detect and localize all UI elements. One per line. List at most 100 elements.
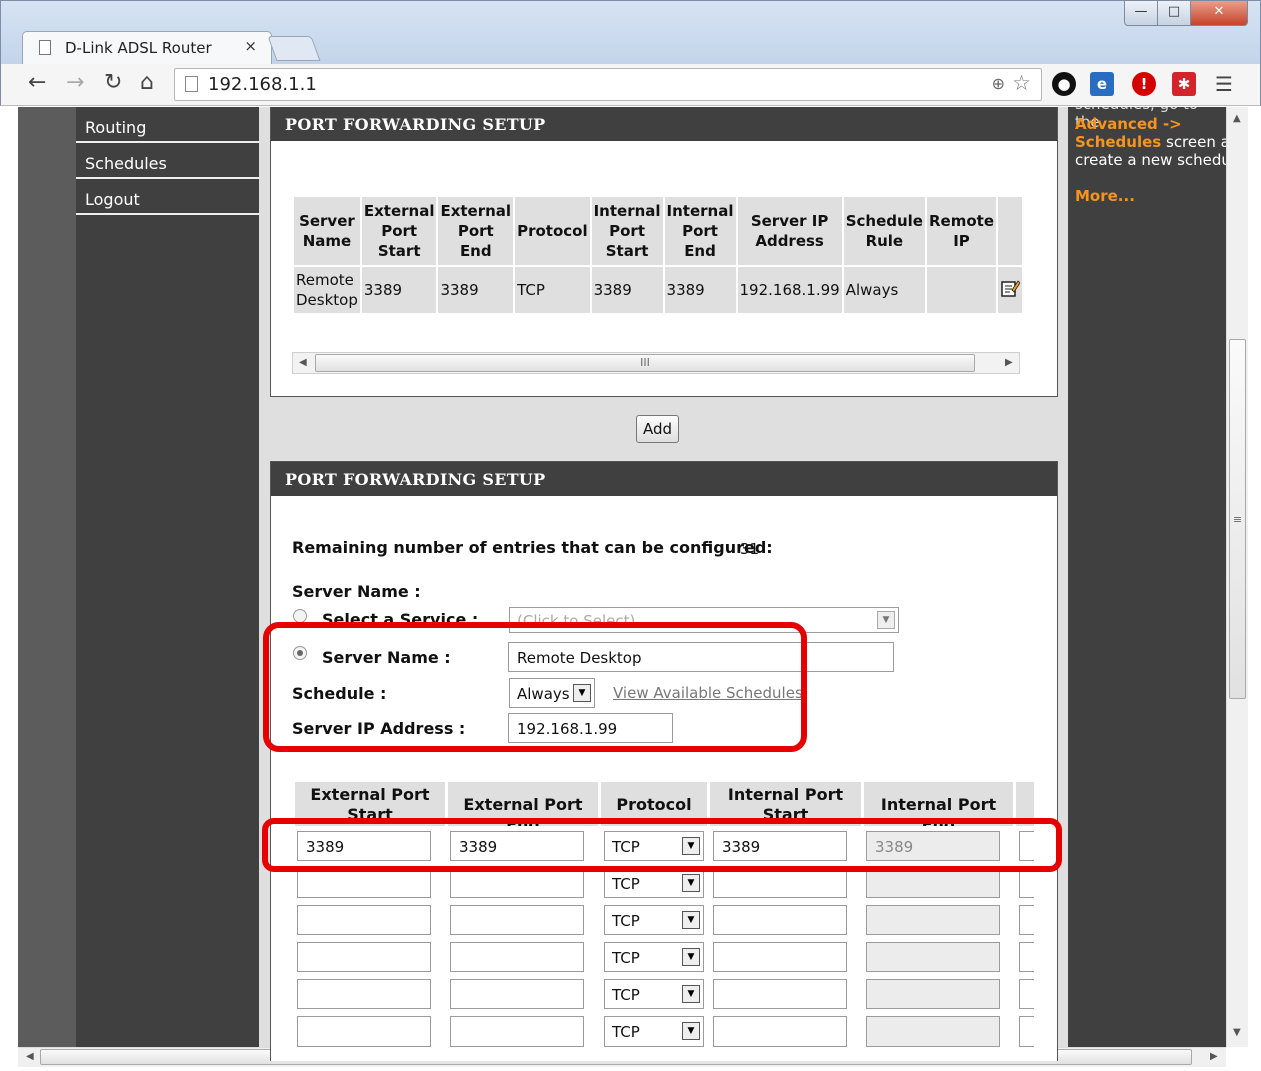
close-icon[interactable]: ✕ [1190,0,1248,26]
browser-tab[interactable]: D-Link ADSL Router × [22,31,272,65]
col-header: External Port Start [361,197,437,265]
new-tab-button[interactable] [267,36,321,61]
col-header: Schedule Rule [843,197,925,265]
chevron-down-icon: ▼ [682,985,700,1003]
int-port-start-input[interactable] [713,1016,847,1047]
select-service-radio[interactable] [293,609,307,623]
table-horizontal-scrollbar[interactable]: ◀ III ▶ [292,352,1020,374]
page-icon [185,76,198,92]
chevron-down-icon: ▼ [682,1022,700,1040]
int-port-end-input [866,942,1000,972]
extra-field[interactable] [1019,942,1034,972]
ext-port-start-input[interactable] [297,905,431,935]
sidebar-item-routing[interactable]: Routing [76,109,259,143]
add-button[interactable]: Add [636,415,679,443]
table-row: Remote Desktop 3389 3389 TCP 3389 3389 1… [294,267,1022,313]
int-port-start-input[interactable] [713,905,847,935]
int-port-end-input [866,1016,1000,1047]
url-text: 192.168.1.1 [208,74,317,95]
col-header: External Port End [438,197,514,265]
remaining-entries-value: 31 [740,540,760,558]
table-cell: 192.168.1.99 [737,267,842,313]
protocol-select[interactable]: TCP ▼ [604,905,704,935]
address-bar[interactable]: 192.168.1.1 ⊕ ☆ [174,68,1042,101]
page-vertical-scrollbar[interactable]: ▲ ≡ ▼ [1226,107,1248,1047]
sidebar-item-logout[interactable]: Logout [76,181,259,215]
extension-icon[interactable]: ● [1052,72,1076,96]
protocol-select[interactable]: TCP ▼ [604,979,704,1009]
ext-port-start-input[interactable] [297,979,431,1009]
scroll-up-icon[interactable]: ▲ [1233,113,1241,124]
scroll-right-icon[interactable]: ▶ [1005,357,1013,368]
ext-port-start-input[interactable] [297,1016,431,1047]
col-header: Server IP Address [737,197,842,265]
protocol-value: TCP [612,949,640,967]
stop-icon[interactable]: ! [1132,72,1156,96]
remaining-entries-label: Remaining number of entries that can be … [292,538,773,557]
col-header: Remote IP [926,197,996,265]
sidebar-nav: Routing Schedules Logout [76,107,259,1047]
sidebar-item-schedules[interactable]: Schedules [76,145,259,179]
col-header: Server Name [294,197,360,265]
extra-field[interactable] [1019,1016,1034,1047]
forward-icon[interactable]: → [66,70,84,95]
scroll-left-icon[interactable]: ◀ [299,357,307,368]
protocol-value: TCP [612,875,640,893]
protocol-select[interactable]: TCP ▼ [604,942,704,972]
protocol-value: TCP [612,912,640,930]
table-cell: Remote Desktop [294,267,360,313]
ext-port-start-input[interactable] [297,942,431,972]
protocol-select[interactable]: TCP ▼ [604,1016,704,1047]
protocol-select[interactable]: TCP ▼ [604,868,704,898]
int-port-start-input[interactable] [713,868,847,898]
chevron-down-icon: ▼ [682,911,700,929]
maximize-icon[interactable]: □ [1157,0,1191,26]
back-icon[interactable]: ← [28,70,46,95]
menu-icon[interactable]: ☰ [1215,72,1233,96]
col-header: Protocol [515,197,590,265]
section-header: PORT FORWARDING SETUP [271,462,1057,496]
more-link[interactable]: More... [1075,187,1135,205]
tab-title: D-Link ADSL Router [65,39,212,57]
star-icon[interactable]: ☆ [1012,71,1031,95]
table-cell: 3389 [664,267,736,313]
home-icon[interactable]: ⌂ [140,70,154,95]
section-header: PORT FORWARDING SETUP [271,107,1057,141]
zoom-icon[interactable]: ⊕ [992,74,1005,93]
table-scroll-thumb[interactable]: III [315,354,975,372]
col-header-actions [998,197,1022,265]
minimize-icon[interactable]: — [1124,0,1158,26]
highlight-box [263,622,807,752]
page-scroll-thumb[interactable]: ≡ [1229,339,1246,699]
col-header: Internal Port Start [591,197,663,265]
ext-port-end-input[interactable] [450,979,584,1009]
table-cell [926,267,996,313]
extra-field[interactable] [1019,979,1034,1009]
ext-port-start-input[interactable] [297,868,431,898]
ext-port-end-input[interactable] [450,868,584,898]
tab-close-icon[interactable]: × [244,37,257,55]
int-port-end-input [866,979,1000,1009]
table-cell: 3389 [361,267,437,313]
int-port-start-input[interactable] [713,979,847,1009]
protocol-value: TCP [612,1023,640,1041]
chevron-down-icon: ▼ [682,948,700,966]
scroll-down-icon[interactable]: ▼ [1233,1027,1241,1038]
ext-port-end-input[interactable] [450,905,584,935]
scroll-left-icon[interactable]: ◀ [26,1051,34,1062]
page-icon [39,40,51,55]
help-panel: schedules, go to the Advanced -> Schedul… [1068,107,1226,1047]
ie-tab-icon[interactable]: e [1090,72,1114,96]
server-name-heading: Server Name : [292,582,421,601]
reload-icon[interactable]: ↻ [104,70,122,95]
scroll-right-icon[interactable]: ▶ [1210,1051,1218,1062]
edit-icon[interactable] [998,267,1022,313]
table-cell: Always [843,267,925,313]
highlight-box [262,818,1062,872]
ext-port-end-input[interactable] [450,942,584,972]
ext-port-end-input[interactable] [450,1016,584,1047]
extra-field[interactable] [1019,905,1034,935]
lastpass-icon[interactable]: ✱ [1172,72,1196,96]
extra-field[interactable] [1019,868,1034,898]
int-port-start-input[interactable] [713,942,847,972]
